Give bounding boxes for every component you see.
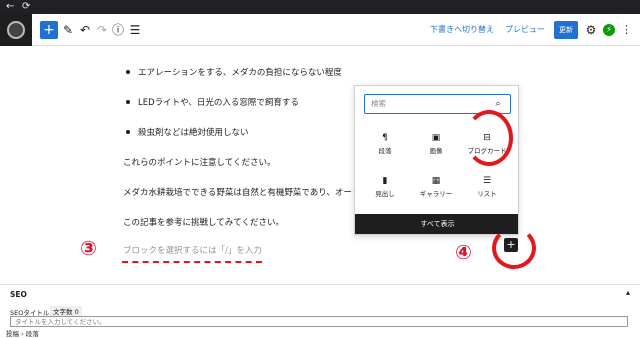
image-icon: ▣ (431, 133, 441, 143)
red-circle-annotation (492, 227, 536, 269)
show-all-button[interactable]: すべて表示 (355, 214, 518, 234)
more-options-icon[interactable]: ⋮ (621, 21, 632, 39)
back-arrow-icon[interactable]: ← (6, 0, 14, 14)
block-gallery[interactable]: ▦ ギャラリー (411, 173, 461, 213)
block-label: 見出し (375, 190, 395, 198)
preview-button[interactable]: プレビュー (505, 23, 545, 37)
gallery-icon: ▦ (431, 176, 441, 186)
add-block-button[interactable]: + (40, 21, 58, 39)
info-icon[interactable]: ⓘ (110, 21, 126, 39)
seo-heading: SEO (10, 290, 27, 299)
paragraph-block[interactable]: これらのポイントに注意してください。 (123, 156, 276, 168)
redo-icon[interactable]: ↷ (94, 21, 110, 39)
block-image[interactable]: ▣ 画像 (411, 130, 461, 170)
paragraph-block[interactable]: この記事を参考に挑戦してみてください。 (123, 216, 284, 228)
annotation-marker-3: ③ (80, 236, 97, 260)
list-view-icon[interactable]: ☰ (127, 21, 143, 39)
editor-canvas: エアレーションをする、メダカの負担にならない程度 LEDライトや、日光の入る窓際… (0, 46, 640, 284)
logo-ring-icon (7, 21, 25, 39)
list-item[interactable]: LEDライトや、日光の入る窓際で飼育する (126, 96, 299, 108)
update-button[interactable]: 更新 (554, 21, 578, 39)
search-icon[interactable]: ⌕ (492, 98, 504, 110)
block-heading[interactable]: ▮ 見出し (360, 173, 410, 213)
seo-panel: SEO ▴ SEOタイトル 文字数 0 投稿 › 段落 (0, 284, 640, 338)
list-item[interactable]: 殺虫剤などは絶対使用しない (126, 126, 249, 138)
list-icon: ☰ (482, 176, 492, 186)
breadcrumb[interactable]: 投稿 › 段落 (6, 328, 39, 338)
seo-title-input[interactable] (10, 316, 628, 327)
gear-icon[interactable]: ⚙ (584, 21, 598, 39)
site-logo[interactable] (0, 14, 32, 46)
inserter-search-input[interactable] (365, 95, 490, 112)
switch-to-draft-button[interactable]: 下書きへ切り替え (430, 23, 494, 37)
chevron-up-icon[interactable]: ▴ (626, 288, 630, 297)
browser-bar: ← ⟳ (0, 0, 640, 14)
pencil-icon[interactable]: ✎ (60, 21, 76, 39)
block-label: リスト (477, 190, 497, 198)
char-count-badge: 文字数 0 (50, 306, 82, 316)
block-label: 段落 (378, 147, 392, 155)
block-list[interactable]: ☰ リスト (462, 173, 512, 213)
annotation-marker-4: ④ (455, 240, 472, 264)
jetpack-icon[interactable]: ⚡ (603, 24, 615, 36)
block-label: ギャラリー (419, 190, 453, 198)
red-dashed-underline (122, 261, 262, 263)
paragraph-icon: ¶ (382, 133, 388, 143)
block-paragraph[interactable]: ¶ 段落 (360, 130, 410, 170)
list-item[interactable]: エアレーションをする、メダカの負担にならない程度 (126, 66, 342, 78)
editor-header: + ✎ ↶ ↷ ⓘ ☰ 下書きへ切り替え プレビュー 更新 ⚙ ⚡ ⋮ (0, 14, 640, 46)
red-circle-annotation (465, 110, 513, 166)
reload-icon[interactable]: ⟳ (22, 0, 30, 14)
undo-icon[interactable]: ↶ (77, 21, 93, 39)
paragraph-block[interactable]: メダカ水耕栽培でできる野菜は自然と有機野菜であり、オーガ (123, 186, 353, 198)
bookmark-icon: ▮ (382, 176, 388, 186)
block-placeholder[interactable]: ブロックを選択するには「/」を入力 (123, 244, 262, 256)
block-label: 画像 (429, 147, 443, 155)
